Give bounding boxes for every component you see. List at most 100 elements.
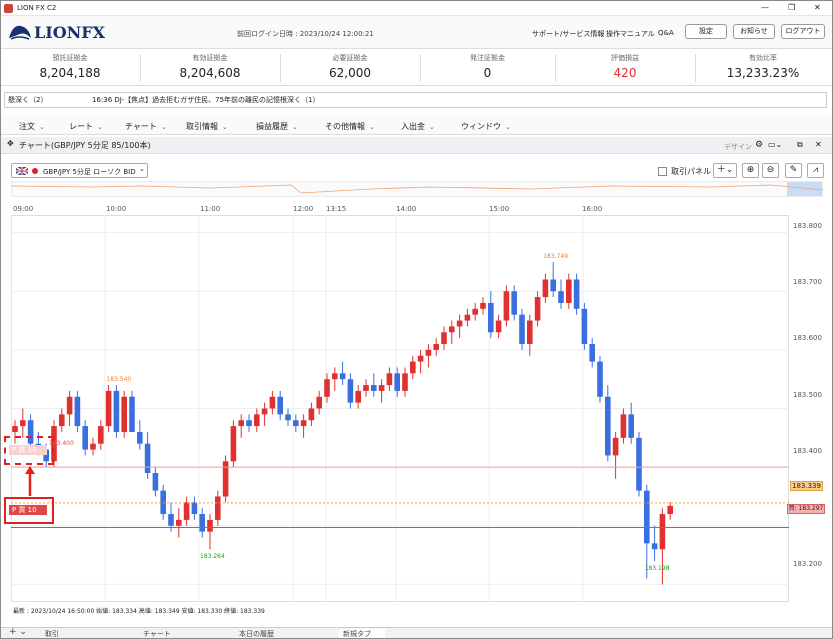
low-label: 183.198: [645, 565, 670, 572]
candle-body: [347, 379, 354, 403]
candle-body: [144, 443, 151, 473]
y-tick: 183.800: [793, 222, 822, 230]
zoom-in-icon[interactable]: ⊕: [742, 163, 759, 178]
panel-checkbox[interactable]: [658, 167, 667, 176]
link-manual[interactable]: 操作マニュアル: [606, 29, 655, 39]
chevron-down-icon: ⌄: [160, 123, 167, 131]
candle-body: [644, 490, 650, 544]
settings-button[interactable]: 設定: [685, 24, 727, 39]
y-tick: 183.200: [793, 560, 822, 568]
chart-window-title: チャート(GBP/JPY 5分足 85/100本): [19, 141, 151, 150]
crosshair-add-icon[interactable]: ＋⌄: [713, 163, 737, 178]
candle-body: [503, 291, 510, 321]
candle-body: [488, 302, 494, 333]
position-price-tag: 買: 183.297: [787, 504, 825, 514]
candlestick-chart[interactable]: 183.749 183.540 183.264 183.198: [11, 215, 789, 602]
add-tab-icon[interactable]: + ⌄: [9, 627, 27, 638]
account-effective: 有効証拠金 8,204,608: [179, 54, 241, 80]
candle-body: [324, 379, 330, 397]
close-button[interactable]: ✕: [814, 3, 821, 12]
design-link[interactable]: デザイン: [724, 142, 752, 152]
candle-body: [378, 385, 385, 391]
draw-pen-icon[interactable]: ✎: [785, 163, 802, 178]
account-ratio: 有効比率 13,233.23%: [726, 54, 800, 80]
candle-body: [410, 361, 416, 374]
tab-chart[interactable]: チャート: [143, 629, 171, 638]
candle-body: [137, 431, 143, 444]
candle-body: [542, 279, 549, 298]
title-bar: LION FX C2 — ❐ ✕: [1, 1, 832, 16]
order-tag[interactable]: P 買 10: [9, 505, 47, 515]
zoom-out-icon[interactable]: ⊖: [762, 163, 779, 178]
menu-deposit[interactable]: 入出金 ⌄: [401, 121, 435, 132]
maximize-button[interactable]: ❐: [788, 3, 795, 12]
x-tick: 11:00: [200, 205, 221, 213]
minimize-button[interactable]: —: [761, 3, 769, 12]
tab-today-history[interactable]: 本日の履歴: [239, 629, 274, 638]
order-price-label: 183.400: [49, 440, 74, 447]
menu-pl-history[interactable]: 損益履歴 ⌄: [256, 121, 298, 132]
popout-icon[interactable]: ⧉: [797, 140, 803, 150]
candle-body: [620, 414, 627, 438]
candle-body: [456, 320, 463, 327]
chevron-down-icon: ⌄: [505, 123, 511, 131]
candle-body: [449, 326, 455, 333]
logout-button[interactable]: ログアウト: [781, 24, 825, 39]
candle-body: [74, 396, 81, 427]
tab-trade[interactable]: 取引: [45, 629, 59, 638]
link-qa[interactable]: Q&A: [658, 29, 674, 37]
notice-button[interactable]: お知らせ: [733, 24, 775, 39]
candle-body: [628, 414, 634, 438]
candle-body: [238, 420, 244, 427]
candle-body: [121, 396, 127, 432]
x-tick: 14:00: [396, 205, 417, 213]
high-label: 183.749: [543, 253, 568, 260]
overview-navigator[interactable]: [11, 181, 823, 197]
candle-body: [480, 302, 486, 309]
candle-body: [355, 390, 361, 403]
candle-body: [230, 426, 237, 462]
last-login: 前回ログイン日時 : 2023/10/24 12:00:21: [237, 30, 374, 38]
symbol-select-value: GBP/JPY 5分足 ローソク BID: [43, 168, 136, 176]
candle-body: [573, 279, 580, 309]
candle-body: [90, 443, 96, 450]
chevron-down-icon: ⌄: [292, 123, 298, 131]
candle-body: [191, 502, 198, 515]
account-deposit: 預託証拠金 8,204,188: [39, 54, 101, 80]
candle-body: [667, 505, 673, 515]
chevron-down-icon: ⌄: [429, 123, 435, 131]
news-prefix: 懸深く（2）: [8, 96, 48, 104]
candle-body: [363, 385, 369, 391]
menu-rate[interactable]: レート ⌄: [69, 121, 103, 132]
low-label: 183.264: [200, 553, 225, 560]
y-tick: 183.400: [793, 447, 822, 455]
news-ticker[interactable]: 懸深く（2） 16:36 DJ-【焦点】過去拒むガザ住民、75年前の離民の記憶根…: [4, 92, 827, 108]
move-icon[interactable]: ✥: [7, 139, 14, 148]
link-support[interactable]: サポート/サービス情報: [532, 29, 604, 39]
candle-body: [300, 420, 307, 427]
indicator-icon[interactable]: ⩘: [807, 163, 824, 178]
order-ghost-tag[interactable]: P 買 10: [9, 445, 47, 455]
candle-body: [222, 461, 229, 497]
menu-window[interactable]: ウィンドウ ⌄: [461, 121, 511, 132]
chart-close-icon[interactable]: ✕: [815, 140, 822, 149]
candle-body: [394, 373, 400, 391]
tab-new[interactable]: 新規タブ: [339, 629, 385, 638]
candle-body: [316, 396, 322, 409]
candle-body: [105, 390, 112, 427]
candle-body: [215, 496, 221, 520]
symbol-select[interactable]: GBP/JPY 5分足 ローソク BID ⌄: [11, 163, 148, 178]
candle-body: [246, 420, 252, 427]
menu-order[interactable]: 注文 ⌄: [19, 121, 45, 132]
menu-other-info[interactable]: その他情報 ⌄: [325, 121, 375, 132]
menu-chart[interactable]: チャート ⌄: [125, 121, 167, 132]
candle-body: [371, 385, 377, 391]
news-headline[interactable]: 16:36 DJ-【焦点】過去拒むガザ住民、75年前の離民の記憶根深く（1）: [92, 93, 320, 107]
candle-body: [495, 320, 502, 333]
window-menu-icon[interactable]: ▭⌄: [768, 140, 782, 149]
y-tick: 183.500: [793, 391, 822, 399]
gear-icon[interactable]: ⚙: [755, 140, 763, 150]
high-label: 183.540: [106, 376, 131, 383]
uk-flag-icon: [16, 167, 28, 175]
menu-trade-info[interactable]: 取引情報 ⌄: [186, 121, 228, 132]
